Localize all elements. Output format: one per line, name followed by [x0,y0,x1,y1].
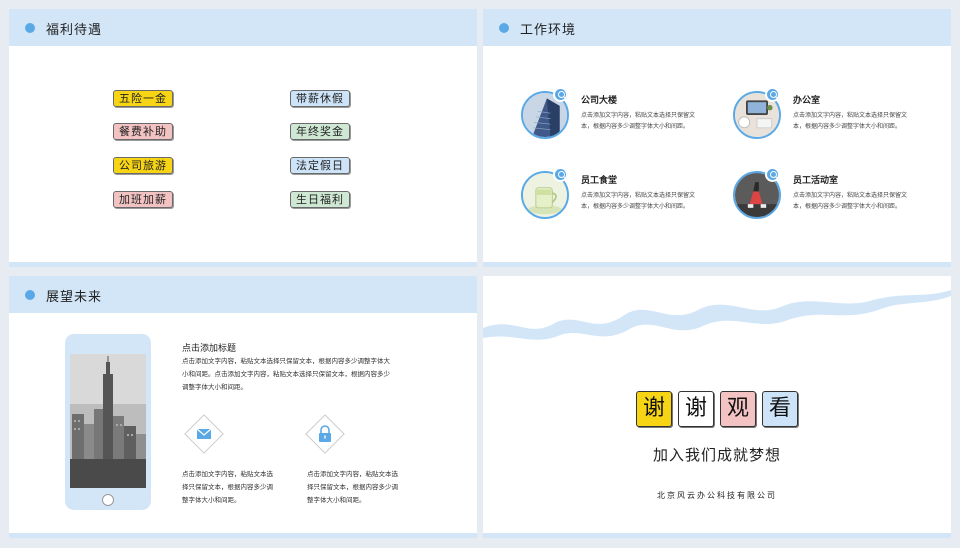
benefits-title: 福利待遇 [46,23,103,38]
thanks-char: 看 [762,391,798,427]
future-col1-text: 点击添加文字内容，粘贴文本选择只保留文本，根据内容多少调整字体大小和间距。 [182,470,273,504]
future-slide: 展望未来 点击添加标题 点击添加文字内容，粘贴文本选择只保留文本，根据内容多少调… [9,276,477,538]
wave-decoration [483,276,951,340]
environment-header: 工作环境 [483,9,951,46]
phone-mockup [65,334,151,510]
lock-icon [319,425,331,442]
thanks-char: 观 [720,391,756,427]
env-item-desc: 点击添加文字内容，粘贴文本选择只保留文本，根据内容多少调整字体大小和间距。 [793,192,908,210]
env-item-building: 公司大楼 点击添加文字内容，粘贴文本选择只保留文本，根据内容多少调整字体大小和间… [521,87,731,151]
slide-bottom-bar [9,262,477,267]
benefit-tag: 年终奖金 [290,123,350,140]
future-title: 展望未来 [46,290,103,305]
future-paragraph: 点击添加文字内容，粘贴文本选择只保留文本，根据内容多少调整字体大小和间距。点击添… [182,357,390,391]
future-heading: 点击添加标题 [182,344,237,354]
header-dot [499,23,509,33]
mail-icon-badge [184,414,224,454]
search-icon [553,167,568,182]
env-item-canteen: 员工食堂 点击添加文字内容，粘贴文本选择只保留文本，根据内容多少调整字体大小和间… [521,167,731,231]
env-item-office: 办公室 点击添加文字内容，粘贴文本选择只保留文本，根据内容多少调整字体大小和间距… [733,87,943,151]
phone-home-button [102,494,114,506]
env-item-activity-room: 员工活动室 点击添加文字内容，粘贴文本选择只保留文本，根据内容多少调整字体大小和… [733,167,943,231]
env-item-desc: 点击添加文字内容，粘贴文本选择只保留文本，根据内容多少调整字体大小和间距。 [581,112,696,130]
future-header: 展望未来 [9,276,477,313]
closing-subtitle: 加入我们成就梦想 [652,446,781,464]
company-name: 北京风云办公科技有限公司 [657,491,777,500]
header-dot [25,290,35,300]
env-item-desc: 点击添加文字内容，粘贴文本选择只保留文本，根据内容多少调整字体大小和间距。 [793,112,908,130]
future-col2-text: 点击添加文字内容，粘贴文本选择只保留文本，根据内容多少调整字体大小和间距。 [307,470,398,504]
benefit-tag: 餐费补助 [113,123,173,140]
benefits-header: 福利待遇 [9,9,477,46]
header-dot [25,23,35,33]
environment-slide: 工作环境 公司大楼 点击添加文字内容，粘贴文本选择只保留文本，根据内容多少调整字… [483,9,951,267]
env-item-title: 员工活动室 [793,176,839,186]
closing-slide: 谢 谢 观 看 加入我们成就梦想 北京风云办公科技有限公司 [483,276,951,538]
search-icon [765,167,780,182]
benefit-tag: 五险一金 [113,90,173,107]
thanks-char: 谢 [678,391,714,427]
mail-icon [196,428,212,439]
env-item-desc: 点击添加文字内容，粘贴文本选择只保留文本，根据内容多少调整字体大小和间距。 [581,192,696,210]
env-item-title: 公司大楼 [581,96,618,106]
environment-title: 工作环境 [520,23,577,38]
benefit-tag: 加班加薪 [113,191,173,208]
lock-icon-badge [305,414,345,454]
city-skyline-photo [70,354,146,488]
benefit-tag: 公司旅游 [113,157,173,174]
search-icon [553,87,568,102]
benefit-tag: 生日福利 [290,191,350,208]
thanks-char: 谢 [636,391,672,427]
slide-bottom-bar [483,262,951,267]
benefit-tag: 法定假日 [290,157,350,174]
env-item-title: 办公室 [793,96,821,106]
slide-bottom-bar [483,533,951,538]
benefit-tag: 带薪休假 [290,90,350,107]
search-icon [765,87,780,102]
benefits-slide: 福利待遇 五险一金 带薪休假 餐费补助 年终奖金 公司旅游 法定假日 加班加薪 … [9,9,477,267]
env-item-title: 员工食堂 [581,176,618,186]
slide-bottom-bar [9,533,477,538]
